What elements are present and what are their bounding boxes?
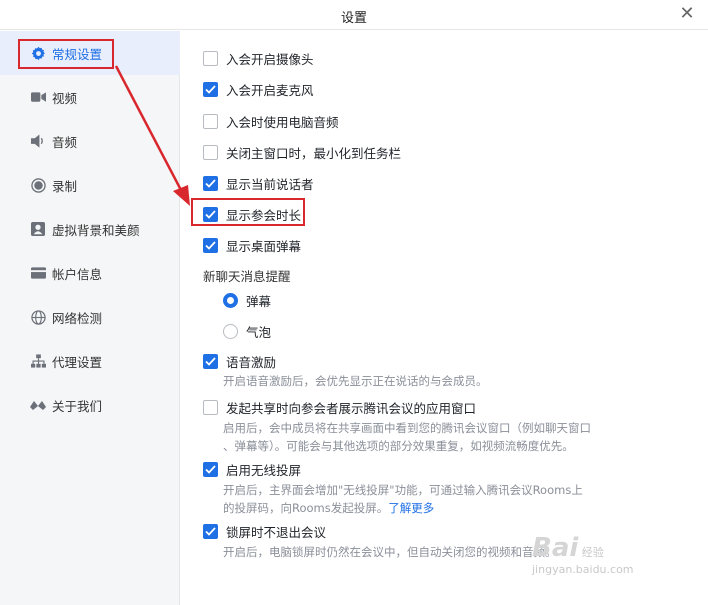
option-label: 语音激励 (226, 355, 277, 370)
sidebar-item-label: 网络检测 (52, 310, 103, 326)
sidebar-item-label: 录制 (52, 178, 78, 194)
sidebar-item-network[interactable]: 网络检测 (0, 295, 180, 339)
option-voice-activation[interactable]: 语音激励 (203, 352, 276, 371)
option-show-duration[interactable]: 显示参会时长 (203, 205, 301, 224)
checkbox-checked[interactable] (203, 207, 218, 222)
option-label: 显示当前说话者 (226, 177, 314, 192)
sidebar-item-audio[interactable]: 音频 (0, 119, 180, 163)
watermark: Bai 经验 jingyan.baidu.com (532, 533, 634, 576)
chat-notice-label: 新聊天消息提醒 (203, 269, 291, 284)
radio-bubble[interactable]: 气泡 (223, 322, 271, 341)
checkbox[interactable] (203, 145, 218, 160)
checkbox[interactable] (203, 114, 218, 129)
option-share-app-window[interactable]: 发起共享时向参会者展示腾讯会议的应用窗口 (203, 398, 476, 417)
option-label: 入会时使用电脑音频 (226, 115, 339, 130)
option-label: 入会开启麦克风 (226, 83, 314, 98)
title-bar: 设置 ✕ (0, 0, 708, 30)
option-desktop-danmaku[interactable]: 显示桌面弹幕 (203, 236, 301, 255)
option-label: 显示参会时长 (226, 208, 302, 223)
speaker-icon (30, 133, 46, 149)
checkbox-checked[interactable] (203, 238, 218, 253)
radio-button[interactable] (223, 324, 238, 339)
option-minimize-to-taskbar[interactable]: 关闭主窗口时，最小化到任务栏 (203, 143, 401, 162)
portrait-icon (30, 221, 46, 237)
learn-more-link[interactable]: 了解更多 (388, 501, 434, 515)
sidebar-item-label: 代理设置 (52, 354, 103, 370)
settings-content: 入会开启摄像头 入会开启麦克风 入会时使用电脑音频 关闭主窗口时，最小化到任务栏… (181, 31, 708, 605)
highlight-box (18, 39, 114, 69)
option-keep-meeting-on-lock[interactable]: 锁屏时不退出会议 (203, 522, 326, 541)
option-description: 开启语音激励后，会优先显示正在说话的与会成员。 (223, 374, 488, 388)
globe-icon (30, 309, 46, 325)
option-label: 锁屏时不退出会议 (226, 525, 327, 540)
radio-label: 气泡 (246, 325, 272, 340)
sidebar-item-about[interactable]: 关于我们 (0, 383, 180, 427)
sidebar-item-label: 虚拟背景和美颜 (52, 222, 140, 238)
checkbox-checked[interactable] (203, 462, 218, 477)
radio-button-selected[interactable] (223, 293, 238, 308)
sidebar-item-label: 音频 (52, 134, 78, 150)
option-description: 开启后，主界面会增加"无线投屏"功能，可通过输入腾讯会议Rooms上 的投屏码，… (223, 483, 583, 515)
hierarchy-icon (30, 353, 46, 369)
option-computer-audio[interactable]: 入会时使用电脑音频 (203, 112, 339, 131)
checkbox-checked[interactable] (203, 354, 218, 369)
sidebar: 常规设置 视频 音频 录制 虚拟背景和美颜 帐户信息 网络检测 代理设置 关于我… (0, 31, 180, 605)
checkbox-checked[interactable] (203, 524, 218, 539)
option-label: 发起共享时向参会者展示腾讯会议的应用窗口 (226, 401, 477, 416)
radio-label: 弹幕 (246, 294, 272, 309)
record-icon (30, 177, 46, 193)
sidebar-item-general[interactable]: 常规设置 (0, 31, 180, 75)
sidebar-item-record[interactable]: 录制 (0, 163, 180, 207)
option-label: 关闭主窗口时，最小化到任务栏 (226, 146, 402, 161)
sidebar-item-account[interactable]: 帐户信息 (0, 251, 180, 295)
checkbox[interactable] (203, 400, 218, 415)
logo-icon (30, 397, 46, 413)
checkbox-checked[interactable] (203, 82, 218, 97)
sidebar-item-label: 关于我们 (52, 398, 103, 414)
checkbox[interactable] (203, 51, 218, 66)
option-mic-on-join[interactable]: 入会开启麦克风 (203, 80, 314, 99)
option-description: 启用后，会中成员将在共享画面中看到您的腾讯会议窗口（例如聊天窗口 、弹幕等）。可… (223, 421, 591, 453)
option-show-speaker[interactable]: 显示当前说话者 (203, 174, 314, 193)
option-label: 显示桌面弹幕 (226, 239, 302, 254)
option-label: 启用无线投屏 (226, 463, 302, 478)
option-label: 入会开启摄像头 (226, 52, 314, 67)
radio-danmaku[interactable]: 弹幕 (223, 291, 271, 310)
window-title: 设置 (340, 11, 367, 26)
sidebar-item-virtual-bg[interactable]: 虚拟背景和美颜 (0, 207, 180, 251)
close-icon[interactable]: ✕ (676, 3, 698, 25)
sidebar-item-video[interactable]: 视频 (0, 75, 180, 119)
sidebar-item-proxy[interactable]: 代理设置 (0, 339, 180, 383)
checkbox-checked[interactable] (203, 176, 218, 191)
sidebar-item-label: 帐户信息 (52, 266, 103, 282)
sidebar-item-label: 视频 (52, 90, 78, 106)
option-camera-on-join[interactable]: 入会开启摄像头 (203, 49, 314, 68)
card-icon (30, 265, 46, 281)
option-wireless-projection[interactable]: 启用无线投屏 (203, 460, 301, 479)
camera-icon (30, 89, 46, 105)
